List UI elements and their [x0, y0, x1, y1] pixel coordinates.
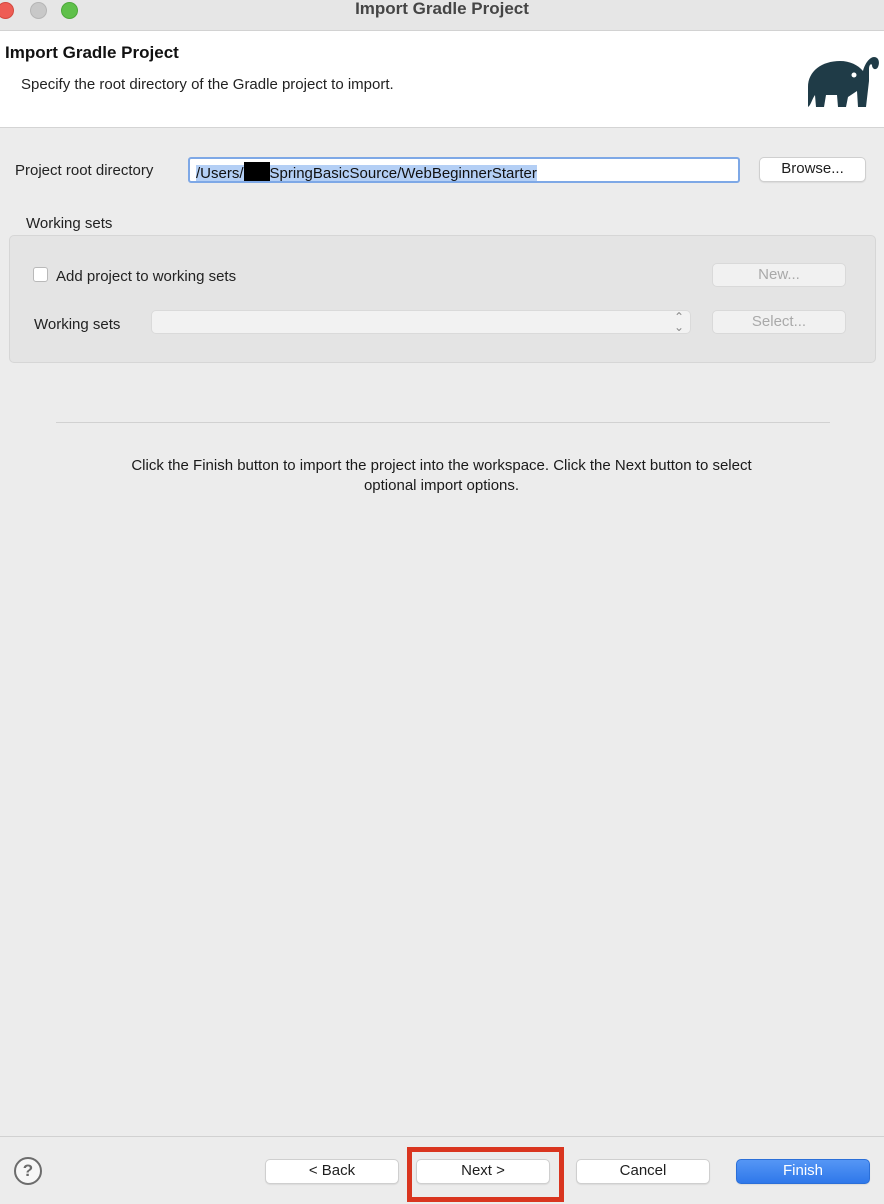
- info-text: Click the Finish button to import the pr…: [131, 457, 752, 494]
- back-button[interactable]: < Back: [265, 1159, 399, 1184]
- next-button[interactable]: Next >: [416, 1159, 550, 1184]
- working-sets-group: [9, 235, 876, 363]
- redacted-username: [243, 162, 270, 181]
- working-sets-label: Working sets: [34, 316, 121, 333]
- add-to-working-sets-label[interactable]: Add project to working sets: [56, 268, 236, 285]
- wizard-header: Import Gradle Project Specify the root d…: [0, 31, 884, 128]
- title-bar: Import Gradle Project: [0, 0, 884, 31]
- select-working-sets-button[interactable]: Select...: [712, 310, 846, 334]
- footer-separator: [0, 1136, 884, 1137]
- cancel-button[interactable]: Cancel: [576, 1159, 710, 1184]
- page-title: Import Gradle Project: [5, 43, 179, 62]
- gradle-elephant-icon: [808, 57, 879, 107]
- help-icon[interactable]: ?: [14, 1157, 42, 1185]
- working-sets-select[interactable]: ⌃ ⌄: [151, 310, 691, 334]
- finish-button[interactable]: Finish: [736, 1159, 870, 1184]
- window-title: Import Gradle Project: [355, 0, 529, 18]
- add-to-working-sets-checkbox[interactable]: [33, 267, 48, 282]
- separator: [56, 422, 830, 423]
- project-root-value-suffix: SpringBasicSource/WebBeginnerStarter: [269, 165, 537, 182]
- browse-button[interactable]: Browse...: [759, 157, 866, 182]
- new-working-set-button[interactable]: New...: [712, 263, 846, 287]
- project-root-input[interactable]: /Users/SpringBasicSource/WebBeginnerStar…: [188, 157, 740, 183]
- page-subtitle: Specify the root directory of the Gradle…: [21, 76, 394, 93]
- project-root-label: Project root directory: [15, 162, 154, 179]
- working-sets-group-title: Working sets: [26, 215, 113, 232]
- project-root-value-prefix: /Users/: [196, 165, 244, 182]
- select-arrows-icon: ⌃ ⌄: [673, 310, 684, 334]
